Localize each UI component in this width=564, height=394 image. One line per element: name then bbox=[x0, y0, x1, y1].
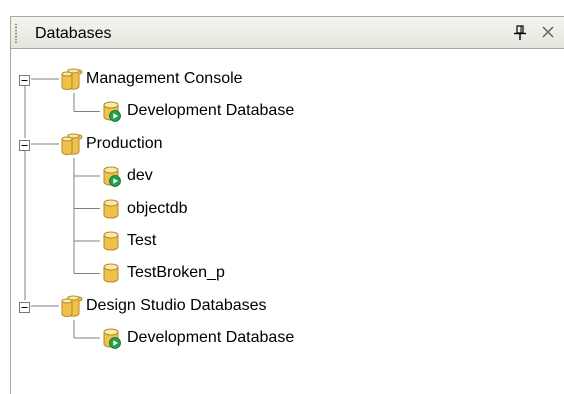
panel-titlebar: Databases bbox=[10, 16, 564, 49]
close-button[interactable] bbox=[538, 20, 560, 44]
panel-title: Databases bbox=[35, 25, 112, 42]
tree-database-label: Development Database bbox=[127, 102, 295, 120]
tree-database-node[interactable]: dev bbox=[11, 160, 551, 192]
pin-icon bbox=[514, 25, 526, 40]
tree-group-node[interactable]: Design Studio Databases bbox=[11, 290, 551, 322]
database-icon bbox=[99, 229, 123, 253]
tree-group-label: Production bbox=[86, 134, 163, 152]
tree-database-label: objectdb bbox=[127, 199, 188, 217]
folder-database-icon bbox=[59, 67, 83, 91]
database-running-icon bbox=[99, 326, 123, 350]
tree-database-label: Test bbox=[127, 232, 157, 249]
database-running-icon bbox=[99, 164, 123, 188]
tree-database-label: Development Database bbox=[127, 329, 295, 347]
close-icon bbox=[542, 26, 554, 38]
collapse-icon[interactable] bbox=[19, 138, 30, 151]
tree-database-label: TestBroken_p bbox=[127, 264, 225, 282]
database-icon bbox=[99, 197, 123, 221]
database-running-icon bbox=[99, 99, 123, 123]
folder-database-icon bbox=[59, 132, 83, 156]
tree-database-node[interactable]: Development Database bbox=[11, 95, 551, 127]
collapse-icon[interactable] bbox=[19, 73, 30, 86]
tree-group-label: Design Studio Databases bbox=[86, 296, 267, 314]
folder-database-icon bbox=[59, 294, 83, 318]
drag-grip-icon[interactable] bbox=[15, 23, 17, 43]
tree-view: Management Console Development Database Pr… bbox=[10, 49, 564, 394]
tree-database-node[interactable]: Test bbox=[11, 225, 551, 257]
pin-button[interactable] bbox=[510, 21, 532, 45]
tree-database-node[interactable]: objectdb bbox=[11, 193, 551, 225]
tree-database-node[interactable]: TestBroken_p bbox=[11, 257, 551, 289]
tree-group-label: Management Console bbox=[86, 70, 243, 87]
database-icon bbox=[99, 261, 123, 285]
collapse-icon[interactable] bbox=[19, 300, 30, 313]
tree-database-label: dev bbox=[127, 167, 153, 185]
tree-database-node[interactable]: Development Database bbox=[11, 322, 551, 354]
tree-group-node[interactable]: Production bbox=[11, 128, 551, 160]
databases-panel: Databases Management Console Development … bbox=[0, 0, 564, 394]
tree-group-node[interactable]: Management Console bbox=[11, 63, 551, 95]
